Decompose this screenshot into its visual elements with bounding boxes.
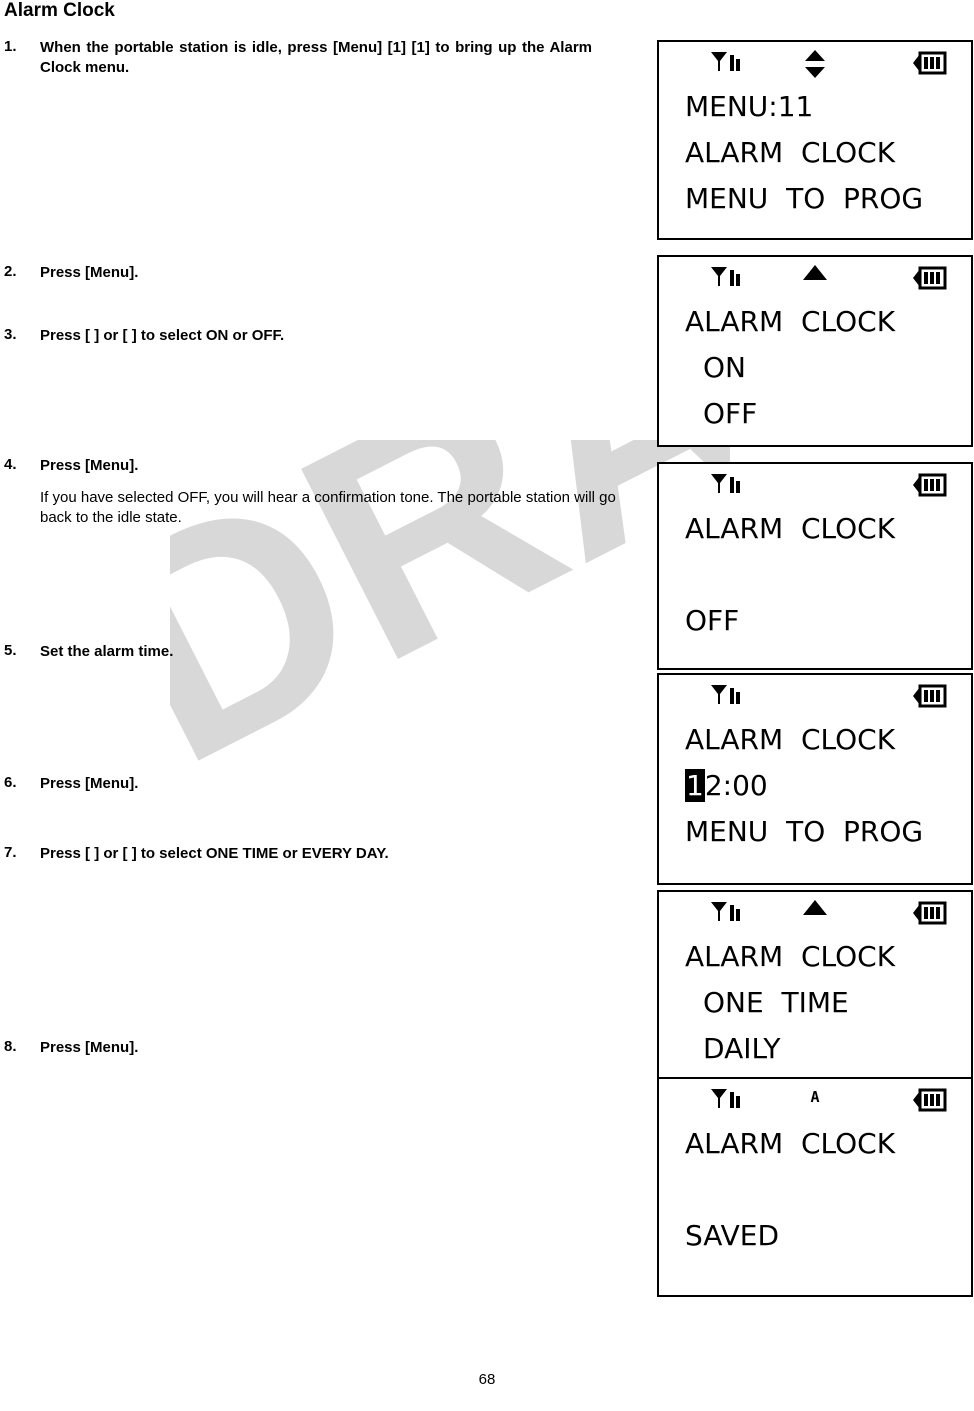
lcd-line: ALARM CLOCK <box>685 305 896 338</box>
step-item-2: 2. Press [Menu]. <box>4 263 624 283</box>
lcd-text-area: ALARM CLOCK 12:00 MENU TO PROG <box>659 717 971 861</box>
lcd-screen-4: ALARM CLOCK 12:00 MENU TO PROG <box>657 673 973 885</box>
step-item-3: 3. Press [ ] or [ ] to select ON or OFF. <box>4 326 624 346</box>
signal-icon <box>709 50 743 79</box>
step-number: 4. <box>4 456 17 473</box>
lcd-line: ALARM CLOCK <box>685 940 896 973</box>
step-number: 3. <box>4 326 17 343</box>
lcd-line: ON <box>703 351 746 384</box>
step-item-1: 1. When the portable station is idle, pr… <box>4 38 624 78</box>
lcd-screen-2: ALARM CLOCK ON OFF <box>657 255 973 447</box>
step-text: Press [Menu]. <box>40 457 139 474</box>
step-item-7: 7. Press [ ] or [ ] to select ONE TIME o… <box>4 844 624 864</box>
signal-icon <box>709 472 743 501</box>
lcd-line-time: 12:00 <box>659 763 971 809</box>
step-number: 7. <box>4 844 17 861</box>
battery-icon <box>909 50 949 81</box>
page-title: Alarm Clock <box>4 0 115 21</box>
step-number: 5. <box>4 642 17 659</box>
step-text: Press [ ] or [ ] to select ONE TIME or E… <box>40 845 389 862</box>
step-number: 2. <box>4 263 17 280</box>
lcd-line: MENU TO PROG <box>685 182 924 215</box>
lcd-status-bar <box>659 892 971 934</box>
lcd-status-bar: A <box>659 1079 971 1121</box>
lcd-screen-3: ALARM CLOCK OFF <box>657 462 973 670</box>
step-item-6: 6. Press [Menu]. <box>4 774 624 794</box>
lcd-line-blank <box>659 1167 971 1213</box>
lcd-text-area: ALARM CLOCK SAVED <box>659 1121 971 1265</box>
lcd-line: OFF <box>685 604 740 637</box>
signal-icon <box>709 265 743 294</box>
lcd-screen-6: A ALARM CLOCK SAVED <box>657 1077 973 1297</box>
signal-icon <box>709 683 743 712</box>
hour-highlight: 1 <box>685 769 705 802</box>
lcd-line: ONE TIME <box>703 986 849 1019</box>
step-item-8: 8. Press [Menu]. <box>4 1038 624 1058</box>
step-number: 1. <box>4 38 17 55</box>
lcd-screen-5: ALARM CLOCK ONE TIME DAILY <box>657 890 973 1090</box>
step-text: Press [ ] or [ ] to select ON or OFF. <box>40 327 285 344</box>
lcd-line-blank <box>659 552 971 598</box>
lcd-text-area: ALARM CLOCK OFF <box>659 506 971 650</box>
step-text: Set the alarm time. <box>40 643 174 660</box>
lcd-line: ALARM CLOCK <box>685 512 896 545</box>
step-number: 6. <box>4 774 17 791</box>
lcd-line: OFF <box>703 397 758 430</box>
step-item-5: 5. Set the alarm time. <box>4 642 624 662</box>
lcd-line: SAVED <box>685 1219 780 1252</box>
lcd-screen-1: MENU:11 ALARM CLOCK MENU TO PROG <box>657 40 973 240</box>
up-arrow-icon <box>802 900 828 921</box>
step-item-4: 4. Press [Menu]. If you have selected OF… <box>4 456 624 528</box>
lcd-status-bar <box>659 42 971 84</box>
page-number: 68 <box>478 1371 496 1388</box>
lcd-line: MENU:11 <box>685 90 814 123</box>
battery-icon <box>909 900 949 931</box>
lcd-text-area: ALARM CLOCK ON OFF <box>659 299 971 443</box>
lcd-line: ALARM CLOCK <box>685 1127 896 1160</box>
step-text: When the portable station is idle, press… <box>40 39 592 76</box>
step-text: Press [Menu]. <box>40 775 139 792</box>
up-arrow-icon <box>802 265 828 286</box>
up-down-arrow-icon <box>804 50 826 83</box>
lcd-status-bar <box>659 675 971 717</box>
svg-text:A: A <box>810 1088 819 1106</box>
alarm-a-icon: A <box>804 1085 826 1112</box>
lcd-status-bar <box>659 257 971 299</box>
lcd-line: ALARM CLOCK <box>685 136 896 169</box>
battery-icon <box>909 683 949 714</box>
lcd-status-bar <box>659 464 971 506</box>
signal-icon <box>709 1087 743 1116</box>
battery-icon <box>909 1087 949 1118</box>
battery-icon <box>909 265 949 296</box>
step-text: Press [Menu]. <box>40 1039 139 1056</box>
step-note: If you have selected OFF, you will hear … <box>40 489 616 526</box>
lcd-text-area: ALARM CLOCK ONE TIME DAILY <box>659 934 971 1078</box>
lcd-line: DAILY <box>703 1032 781 1065</box>
lcd-line: ALARM CLOCK <box>685 723 896 756</box>
step-text: Press [Menu]. <box>40 264 139 281</box>
lcd-line: MENU TO PROG <box>685 815 924 848</box>
time-remainder: 2:00 <box>704 769 768 802</box>
lcd-text-area: MENU:11 ALARM CLOCK MENU TO PROG <box>659 84 971 228</box>
battery-icon <box>909 472 949 503</box>
signal-icon <box>709 900 743 929</box>
step-number: 8. <box>4 1038 17 1055</box>
